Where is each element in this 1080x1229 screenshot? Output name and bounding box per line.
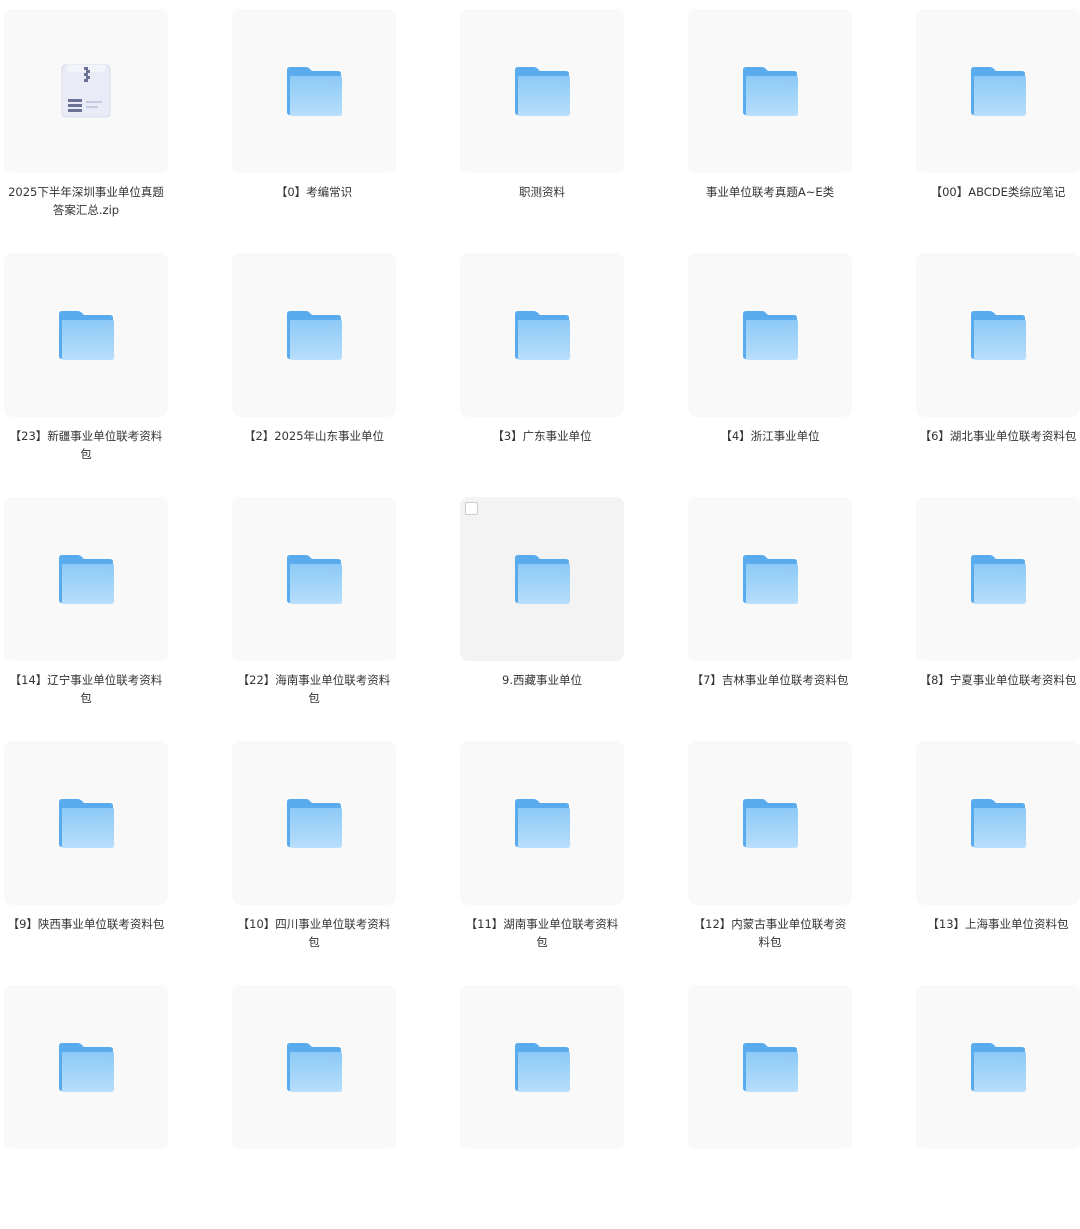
folder-item[interactable]: 【23】新疆事业单位联考资料包 (4, 253, 168, 497)
file-thumbnail[interactable] (232, 9, 396, 173)
folder-item[interactable]: 事业单位联考真题A~E类 (688, 9, 852, 253)
file-name-label: 2025下半年深圳事业单位真题答案汇总.zip (8, 185, 164, 217)
file-thumbnail[interactable] (460, 497, 624, 661)
folder-item[interactable]: 【6】湖北事业单位联考资料包 (916, 253, 1080, 497)
file-thumbnail[interactable] (460, 253, 624, 417)
file-name-label: 【00】ABCDE类综应笔记 (930, 185, 1066, 199)
folder-icon (743, 555, 798, 604)
folder-item[interactable]: 【2】2025年山东事业单位 (232, 253, 396, 497)
file-thumbnail[interactable] (460, 741, 624, 905)
file-grid: 2025下半年深圳事业单位真题答案汇总.zip 【0】考编常识 职测资料 事业单… (4, 9, 1080, 1229)
folder-item[interactable] (916, 985, 1080, 1229)
folder-item[interactable]: 【14】辽宁事业单位联考资料包 (4, 497, 168, 741)
file-thumbnail[interactable] (4, 253, 168, 417)
folder-icon (515, 67, 570, 116)
folder-icon (287, 67, 342, 116)
folder-icon (743, 1043, 798, 1092)
folder-icon (59, 311, 114, 360)
file-item-zip[interactable]: 2025下半年深圳事业单位真题答案汇总.zip (4, 9, 168, 253)
folder-item[interactable]: 职测资料 (460, 9, 624, 253)
file-name-label: 职测资料 (519, 185, 565, 199)
file-thumbnail[interactable] (916, 253, 1080, 417)
folder-item[interactable]: 【00】ABCDE类综应笔记 (916, 9, 1080, 253)
folder-icon (743, 311, 798, 360)
file-thumbnail[interactable] (232, 741, 396, 905)
file-thumbnail[interactable] (688, 9, 852, 173)
folder-icon (59, 555, 114, 604)
folder-item[interactable] (4, 985, 168, 1229)
file-name-label: 9.西藏事业单位 (502, 673, 582, 687)
file-thumbnail[interactable] (688, 741, 852, 905)
file-thumbnail[interactable] (916, 497, 1080, 661)
folder-icon (971, 1043, 1026, 1092)
folder-item[interactable] (688, 985, 852, 1229)
folder-icon (743, 799, 798, 848)
folder-item[interactable]: 【22】海南事业单位联考资料包 (232, 497, 396, 741)
file-thumbnail[interactable] (232, 253, 396, 417)
folder-item[interactable]: 【12】内蒙古事业单位联考资料包 (688, 741, 852, 985)
file-thumbnail[interactable] (4, 9, 168, 173)
file-name-label: 【8】宁夏事业单位联考资料包 (919, 673, 1077, 687)
file-name-label: 【14】辽宁事业单位联考资料包 (9, 673, 163, 705)
folder-icon (59, 1043, 114, 1092)
folder-item[interactable]: 【0】考编常识 (232, 9, 396, 253)
folder-icon (515, 555, 570, 604)
folder-icon (287, 1043, 342, 1092)
file-name-label: 【9】陕西事业单位联考资料包 (7, 917, 165, 931)
file-name-label: 【7】吉林事业单位联考资料包 (691, 673, 849, 687)
file-thumbnail[interactable] (4, 497, 168, 661)
folder-icon (287, 311, 342, 360)
file-name-label: 【22】海南事业单位联考资料包 (237, 673, 391, 705)
folder-item[interactable]: 【8】宁夏事业单位联考资料包 (916, 497, 1080, 741)
folder-item[interactable]: 【13】上海事业单位资料包 (916, 741, 1080, 985)
file-thumbnail[interactable] (688, 985, 852, 1149)
select-checkbox[interactable] (465, 502, 478, 515)
file-name-label: 【10】四川事业单位联考资料包 (237, 917, 391, 949)
file-thumbnail[interactable] (688, 497, 852, 661)
folder-icon (971, 311, 1026, 360)
file-name-label: 【13】上海事业单位资料包 (927, 917, 1069, 931)
folder-icon (743, 67, 798, 116)
folder-icon (971, 555, 1026, 604)
folder-icon (287, 555, 342, 604)
folder-icon (515, 799, 570, 848)
file-name-label: 【2】2025年山东事业单位 (243, 429, 385, 443)
folder-item[interactable]: 【9】陕西事业单位联考资料包 (4, 741, 168, 985)
folder-item[interactable]: 【11】湖南事业单位联考资料包 (460, 741, 624, 985)
file-thumbnail[interactable] (460, 985, 624, 1149)
folder-icon (515, 1043, 570, 1092)
folder-item[interactable] (460, 985, 624, 1229)
folder-icon (287, 799, 342, 848)
file-name-label: 【6】湖北事业单位联考资料包 (919, 429, 1077, 443)
folder-item[interactable]: 【3】广东事业单位 (460, 253, 624, 497)
file-thumbnail[interactable] (460, 9, 624, 173)
file-name-label: 【11】湖南事业单位联考资料包 (465, 917, 619, 949)
zip-archive-icon (61, 64, 111, 118)
folder-icon (515, 311, 570, 360)
file-name-label: 【3】广东事业单位 (492, 429, 592, 443)
file-name-label: 【4】浙江事业单位 (720, 429, 820, 443)
file-name-label: 【12】内蒙古事业单位联考资料包 (693, 917, 847, 949)
file-thumbnail[interactable] (916, 741, 1080, 905)
file-thumbnail[interactable] (688, 253, 852, 417)
file-thumbnail[interactable] (232, 985, 396, 1149)
file-thumbnail[interactable] (916, 985, 1080, 1149)
folder-item[interactable] (232, 985, 396, 1229)
file-thumbnail[interactable] (232, 497, 396, 661)
folder-item[interactable]: 9.西藏事业单位 (460, 497, 624, 741)
file-name-label: 【23】新疆事业单位联考资料包 (9, 429, 163, 461)
folder-item[interactable]: 【10】四川事业单位联考资料包 (232, 741, 396, 985)
folder-item[interactable]: 【4】浙江事业单位 (688, 253, 852, 497)
file-thumbnail[interactable] (4, 741, 168, 905)
folder-icon (971, 799, 1026, 848)
file-thumbnail[interactable] (916, 9, 1080, 173)
file-name-label: 【0】考编常识 (275, 185, 353, 199)
folder-icon (59, 799, 114, 848)
folder-item[interactable]: 【7】吉林事业单位联考资料包 (688, 497, 852, 741)
folder-icon (971, 67, 1026, 116)
file-name-label: 事业单位联考真题A~E类 (705, 185, 835, 199)
file-thumbnail[interactable] (4, 985, 168, 1149)
